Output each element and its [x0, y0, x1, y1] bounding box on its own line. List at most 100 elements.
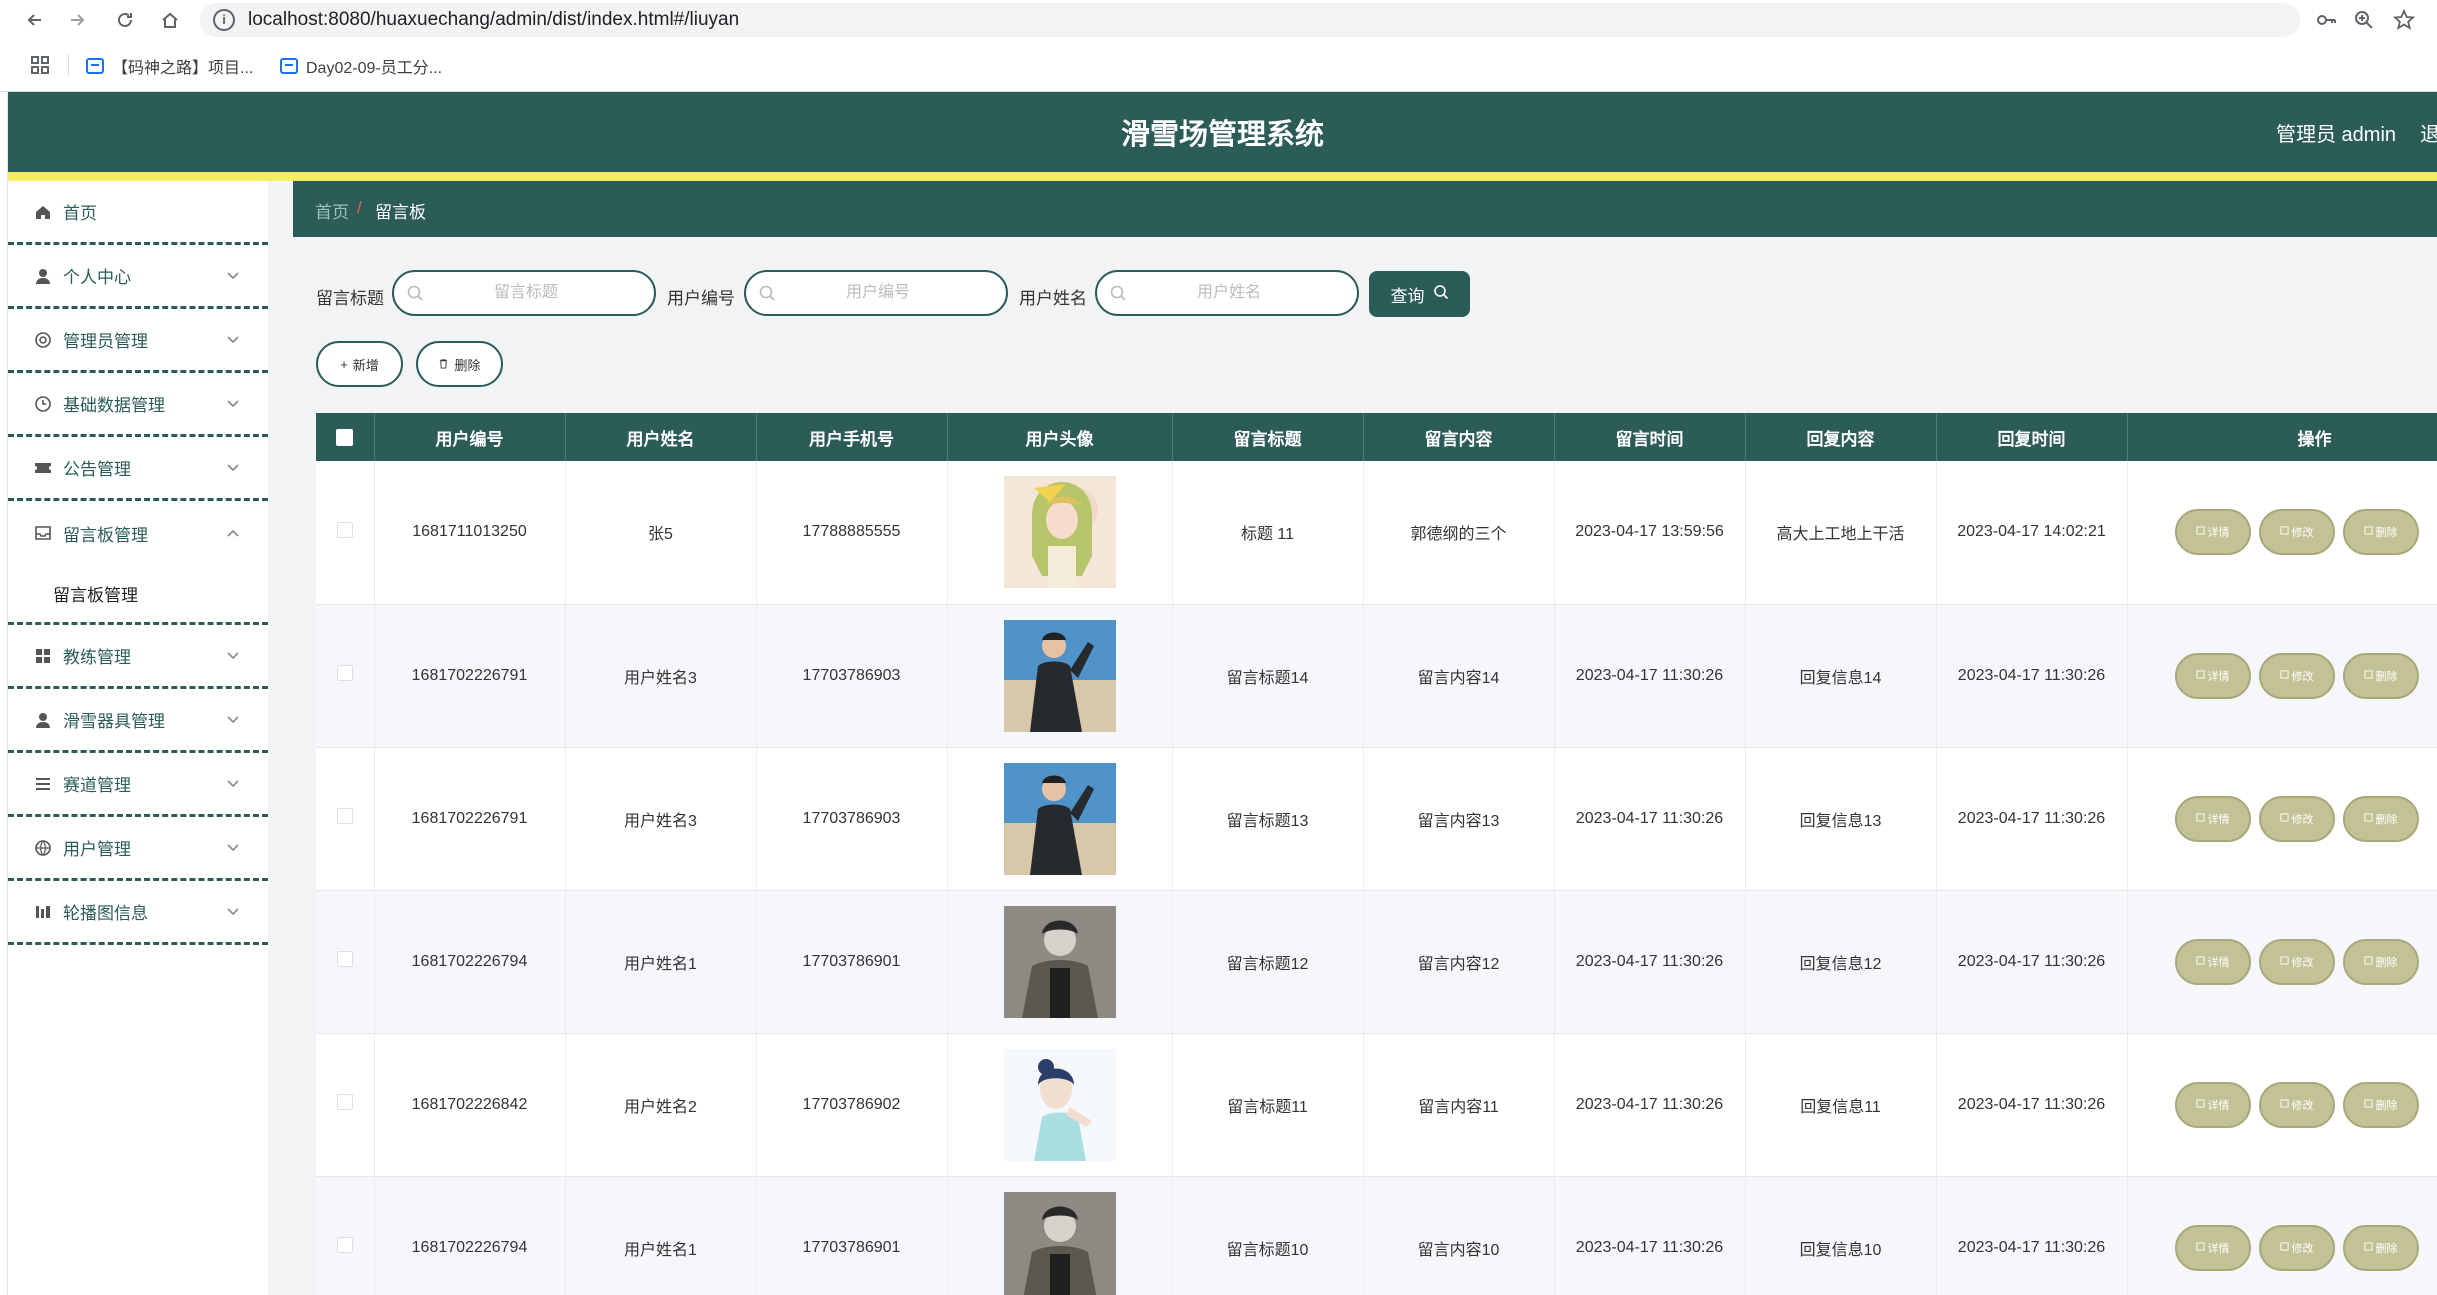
- reload-icon[interactable]: [110, 5, 140, 35]
- edit-button-label: 修改: [2291, 527, 2314, 540]
- user-name-search-input[interactable]: [1131, 280, 1327, 306]
- sidebar-item-tracks[interactable]: 赛道管理: [8, 753, 268, 817]
- row-select-cell[interactable]: [316, 604, 375, 747]
- sidebar-item-admins[interactable]: 管理员管理: [8, 309, 268, 373]
- add-button[interactable]: + 新增: [316, 341, 403, 387]
- detail-button[interactable]: 详情: [2174, 1224, 2251, 1271]
- edit-button-label: 修改: [2291, 813, 2314, 826]
- row-checkbox[interactable]: [336, 665, 353, 681]
- sidebar-item-carousel[interactable]: 轮播图信息: [8, 881, 268, 945]
- chevron-down-icon: [226, 269, 240, 283]
- row-select-cell[interactable]: [316, 1176, 375, 1295]
- bookmark-label: 【码神之路】项目...: [112, 60, 254, 77]
- trash-icon: [438, 357, 449, 372]
- edit-button[interactable]: 修改: [2258, 938, 2335, 985]
- zoom-icon[interactable]: [2352, 8, 2376, 32]
- breadcrumb-home[interactable]: 首页: [315, 198, 349, 223]
- delete-button[interactable]: 删除: [2342, 938, 2419, 985]
- bookmark-item[interactable]: 【码神之路】项目...: [86, 54, 253, 78]
- logout-link[interactable]: 退: [2420, 118, 2437, 147]
- user-no-search-input[interactable]: [780, 280, 976, 306]
- sidebar-item-messages[interactable]: 留言板管理: [8, 501, 268, 565]
- delete-button[interactable]: 删除: [2342, 1081, 2419, 1128]
- sidebar-item-label: 用户管理: [63, 840, 131, 859]
- app-title: 滑雪场管理系统: [1120, 119, 1324, 151]
- avatar: [1003, 476, 1116, 589]
- sidebar-item-coaches[interactable]: 教练管理: [8, 625, 268, 689]
- batch-delete-button[interactable]: 删除: [416, 341, 503, 387]
- sidebar-item-users[interactable]: 用户管理: [8, 817, 268, 881]
- sidebar-item-notices[interactable]: 公告管理: [8, 437, 268, 501]
- edit-button[interactable]: 修改: [2258, 1224, 2335, 1271]
- title-search-input[interactable]: [428, 280, 624, 306]
- cell-reply: 回复信息14: [1745, 604, 1937, 747]
- column-header: 用户编号: [374, 413, 566, 461]
- chart-icon: [34, 903, 52, 921]
- row-checkbox[interactable]: [336, 1094, 353, 1110]
- user-no-search-field[interactable]: [744, 270, 1008, 316]
- edit-button[interactable]: 修改: [2258, 1081, 2335, 1128]
- cell-content: 留言内容14: [1363, 604, 1555, 747]
- cell-time: 2023-04-17 13:59:56: [1554, 461, 1746, 604]
- chevron-down-icon: [226, 777, 240, 791]
- cell-reply: 回复信息13: [1745, 747, 1937, 890]
- sidebar-item-equipment[interactable]: 滑雪器具管理: [8, 689, 268, 753]
- key-icon[interactable]: [2314, 8, 2338, 32]
- star-icon[interactable]: [2392, 8, 2416, 32]
- detail-icon: [2195, 669, 2205, 682]
- title-search-field[interactable]: [392, 270, 656, 316]
- cell-time: 2023-04-17 11:30:26: [1554, 1176, 1746, 1295]
- detail-button[interactable]: 详情: [2174, 652, 2251, 699]
- edit-button[interactable]: 修改: [2258, 509, 2335, 556]
- cell-phone: 17703786901: [756, 1176, 948, 1295]
- person-icon: [34, 711, 52, 729]
- edit-icon: [2279, 669, 2289, 682]
- home-browser-icon[interactable]: [155, 5, 185, 35]
- row-checkbox[interactable]: [336, 1237, 353, 1253]
- delete-button[interactable]: 删除: [2342, 1224, 2419, 1271]
- select-all-cell[interactable]: [316, 413, 375, 461]
- back-icon[interactable]: [20, 5, 50, 35]
- cell-actions: 详情 修改 删除: [2127, 604, 2437, 747]
- sidebar-subitem-messages[interactable]: 留言板管理: [8, 565, 268, 625]
- row-select-cell[interactable]: [316, 890, 375, 1033]
- sidebar-item-profile[interactable]: 个人中心: [8, 245, 268, 309]
- delete-button[interactable]: 删除: [2342, 795, 2419, 842]
- detail-button[interactable]: 详情: [2174, 1081, 2251, 1128]
- info-icon[interactable]: i: [213, 9, 235, 31]
- add-button-label: 新增: [352, 357, 379, 373]
- cell-user-no: 1681702226794: [374, 890, 566, 1033]
- breadcrumb-separator: /: [357, 198, 362, 217]
- forward-icon[interactable]: [62, 5, 92, 35]
- delete-button[interactable]: 删除: [2342, 652, 2419, 699]
- cell-user-no: 1681702226794: [374, 1176, 566, 1295]
- edit-button-label: 修改: [2291, 1242, 2314, 1255]
- url-text[interactable]: localhost:8080/huaxuechang/admin/dist/in…: [248, 9, 739, 31]
- edit-button[interactable]: 修改: [2258, 652, 2335, 699]
- detail-icon: [2195, 1098, 2205, 1111]
- table-header-row: 用户编号 用户姓名 用户手机号 用户头像 留言标题 留言内容 留言时间 回复内容…: [316, 413, 2437, 461]
- delete-button[interactable]: 删除: [2342, 509, 2419, 556]
- row-checkbox[interactable]: [336, 808, 353, 824]
- trash-icon: [2363, 669, 2373, 682]
- sidebar-item-basic-data[interactable]: 基础数据管理: [8, 373, 268, 437]
- sidebar-item-home[interactable]: 首页: [8, 181, 268, 245]
- row-select-cell[interactable]: [316, 747, 375, 890]
- search-button[interactable]: 查询: [1369, 271, 1470, 317]
- row-checkbox[interactable]: [336, 521, 353, 538]
- edit-button[interactable]: 修改: [2258, 795, 2335, 842]
- row-checkbox[interactable]: [336, 951, 353, 967]
- avatar: [1003, 905, 1116, 1018]
- row-select-cell[interactable]: [316, 1033, 375, 1176]
- user-name-search-field[interactable]: [1095, 270, 1359, 316]
- edit-icon: [2279, 1098, 2289, 1111]
- select-all-checkbox[interactable]: [336, 429, 354, 447]
- detail-button[interactable]: 详情: [2174, 509, 2251, 556]
- search-icon: [406, 284, 424, 302]
- detail-button[interactable]: 详情: [2174, 938, 2251, 985]
- detail-button[interactable]: 详情: [2174, 795, 2251, 842]
- row-select-cell[interactable]: [316, 461, 375, 604]
- apps-grid-icon[interactable]: [30, 55, 50, 75]
- column-header: 操作: [2127, 413, 2437, 461]
- bookmark-item[interactable]: Day02-09-员工分...: [280, 54, 442, 78]
